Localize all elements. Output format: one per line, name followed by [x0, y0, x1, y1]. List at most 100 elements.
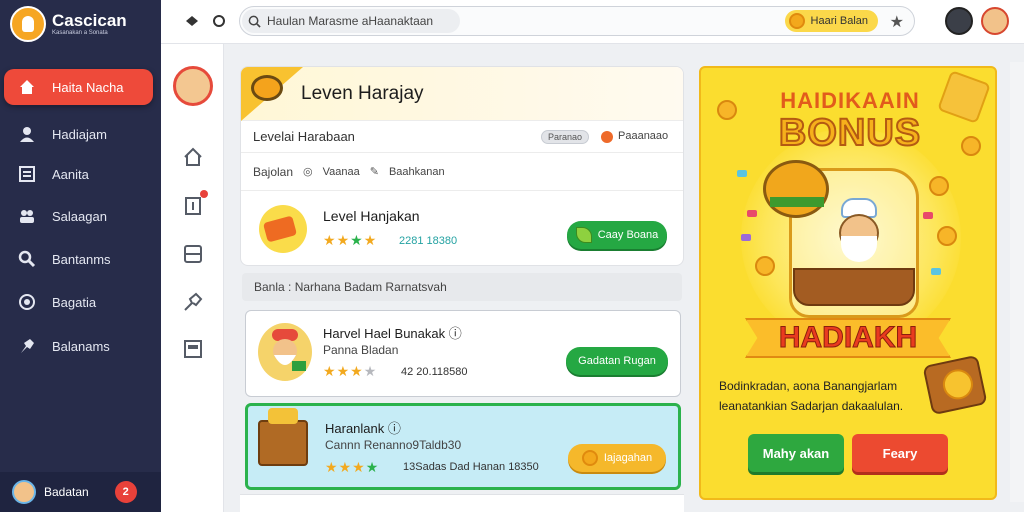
status-chip[interactable]: Paranao	[541, 130, 590, 144]
list-item[interactable]: Harvel Hael Bunakak ⓘ Panna Bladan ★ ★ ★…	[245, 310, 681, 397]
star-icon: ★	[365, 459, 379, 475]
coin-icon	[937, 226, 957, 246]
icon-rail	[161, 44, 224, 512]
sidebar-item-label: Bagatia	[52, 294, 97, 310]
sidebar-item-balanams[interactable]: Balanams	[4, 328, 153, 364]
level-numbers: 2281 18380	[399, 235, 458, 247]
app-tagline: Kasanakan a Sonata	[52, 30, 108, 36]
confetti	[747, 210, 757, 217]
info-icon[interactable]: ⓘ	[388, 421, 401, 436]
bonus-primary-button[interactable]: Mahy akan	[748, 434, 844, 472]
confetti	[931, 268, 941, 275]
status-text: Paaanaao	[618, 130, 669, 142]
refresh-icon[interactable]	[208, 10, 230, 32]
sidebar-item-salaagan[interactable]: Salaagan	[4, 198, 153, 234]
sidebar-item-aanita[interactable]: Aanita	[4, 156, 153, 192]
brand[interactable]: Cascican Kasanakan a Sonata	[10, 6, 127, 42]
item-action-button[interactable]: Gadatan Rugan	[566, 347, 668, 375]
search-bar[interactable]: Haulan Marasme aHaanaktaan Haari Balan ★	[239, 6, 915, 36]
pin-icon: ✎	[369, 166, 379, 178]
confetti	[741, 234, 751, 241]
star-icon: ★	[350, 232, 363, 248]
list-item-selected[interactable]: Haranlank ⓘ Cannn Renanno9Taldb30 ★ ★ ★ …	[245, 403, 681, 490]
balance-pill[interactable]: Haari Balan	[784, 10, 878, 32]
layout-icon[interactable]	[180, 241, 206, 267]
chef-avatar	[258, 323, 312, 381]
item-action-button[interactable]: Iajagahan	[568, 444, 666, 472]
sidebar-item-label: Balanams	[52, 338, 110, 354]
basket-illustration	[793, 268, 915, 306]
card-subtitle: Levelai Harabaan	[253, 129, 355, 144]
list-icon	[18, 165, 36, 183]
level-action-button[interactable]: Caay Boana	[567, 221, 667, 249]
nav-arrows-icon[interactable]	[181, 10, 203, 32]
star-icon[interactable]: ★	[890, 12, 904, 32]
confetti	[923, 212, 933, 219]
card-title: Leven Harajay	[301, 83, 424, 104]
user-icon	[18, 125, 36, 143]
sidebar-item-hadiajam[interactable]: Hadiajam	[4, 116, 153, 152]
topbar: Haulan Marasme aHaanaktaan Haari Balan ★	[161, 0, 1024, 44]
sidebar-item-bantanms[interactable]: Bantanms	[4, 241, 153, 277]
star-icon: ★	[336, 232, 350, 248]
item-subtitle: Cannn Renanno9Taldb30	[325, 438, 462, 452]
search-icon	[248, 15, 261, 28]
sidebar-footer[interactable]: Badatan 2	[0, 472, 161, 512]
burger-icon	[251, 75, 283, 101]
ribbon-text: HADIAKH	[778, 321, 918, 355]
sidebar-item-bagatia[interactable]: Bagatia	[4, 284, 153, 320]
search-input[interactable]: Haulan Marasme aHaanaktaan	[242, 9, 460, 33]
window-icon[interactable]	[180, 336, 206, 362]
coin-icon	[929, 176, 949, 196]
info-icon[interactable]: ⓘ	[449, 326, 462, 341]
button-label: Caay Boana	[597, 229, 659, 241]
meta-value-2[interactable]: Baahkanan	[389, 166, 445, 178]
avatar[interactable]	[173, 66, 213, 106]
star-icon: ★	[323, 363, 336, 379]
sidebar-item-home[interactable]: Haita Nacha	[4, 69, 153, 105]
star-rating: ★ ★ ★ ★	[323, 232, 376, 249]
bonus-panel: HAIDIKAAIN BONUS HADIAKH Bodinkradan, ao…	[699, 66, 997, 500]
section-label: Banla : Narhana Badam Rarnatsvah	[254, 280, 447, 294]
star-icon: ★	[352, 459, 365, 475]
bonus-title-main: BONUS	[778, 111, 922, 155]
button-label: Iajagahan	[603, 452, 653, 464]
meta-value-1[interactable]: Vaanaa	[323, 166, 360, 178]
star-icon: ★	[338, 459, 352, 475]
mask-avatar-icon[interactable]	[945, 7, 973, 35]
coin-icon	[18, 293, 36, 311]
bonus-secondary-button[interactable]: Feary	[852, 434, 948, 472]
home-icon[interactable]	[180, 144, 206, 170]
item-numbers: 13Sadas Dad Hanan 18350	[403, 461, 539, 473]
star-icon: ★	[363, 363, 377, 379]
chef-illustration	[829, 198, 887, 272]
search-icon	[18, 250, 36, 268]
meta-row: Bajolan ◎ Vaanaa ✎ Baahkanan	[241, 153, 683, 191]
coin-icon	[717, 100, 737, 120]
bonus-description: Bodinkradan, aona Banangjarlam leanatank…	[719, 379, 904, 413]
treasure-chest-icon	[258, 408, 308, 466]
section-header: Banla : Narhana Badam Rarnatsvah	[242, 273, 682, 301]
star-rating: ★ ★ ★ ★	[323, 363, 376, 380]
profile-avatar[interactable]	[981, 7, 1009, 35]
star-icon: ★	[363, 232, 377, 248]
item-subtitle: Panna Bladan	[323, 343, 399, 357]
home-icon	[18, 78, 36, 96]
level-title: Level Hanjakan	[323, 208, 420, 224]
coin-bag-icon	[922, 354, 988, 416]
card-header: Leven Harajay	[241, 67, 683, 121]
item-title: Haranlank ⓘ	[325, 421, 401, 436]
meta-label: Bajolan	[253, 164, 294, 179]
item-title: Harvel Hael Bunakak ⓘ	[323, 326, 462, 341]
avatar	[12, 480, 36, 504]
sidebar-item-label: Salaagan	[52, 208, 107, 224]
item-numbers: 42 20.118580	[401, 366, 468, 378]
level-badge-icon	[259, 205, 307, 253]
calendar-icon[interactable]	[180, 190, 208, 218]
tag-icon[interactable]	[180, 289, 206, 315]
pin-icon	[18, 337, 36, 355]
confetti	[737, 170, 747, 177]
coin-icon	[581, 450, 598, 466]
app-logo-icon	[10, 6, 46, 42]
scrollbar[interactable]	[1010, 62, 1024, 502]
